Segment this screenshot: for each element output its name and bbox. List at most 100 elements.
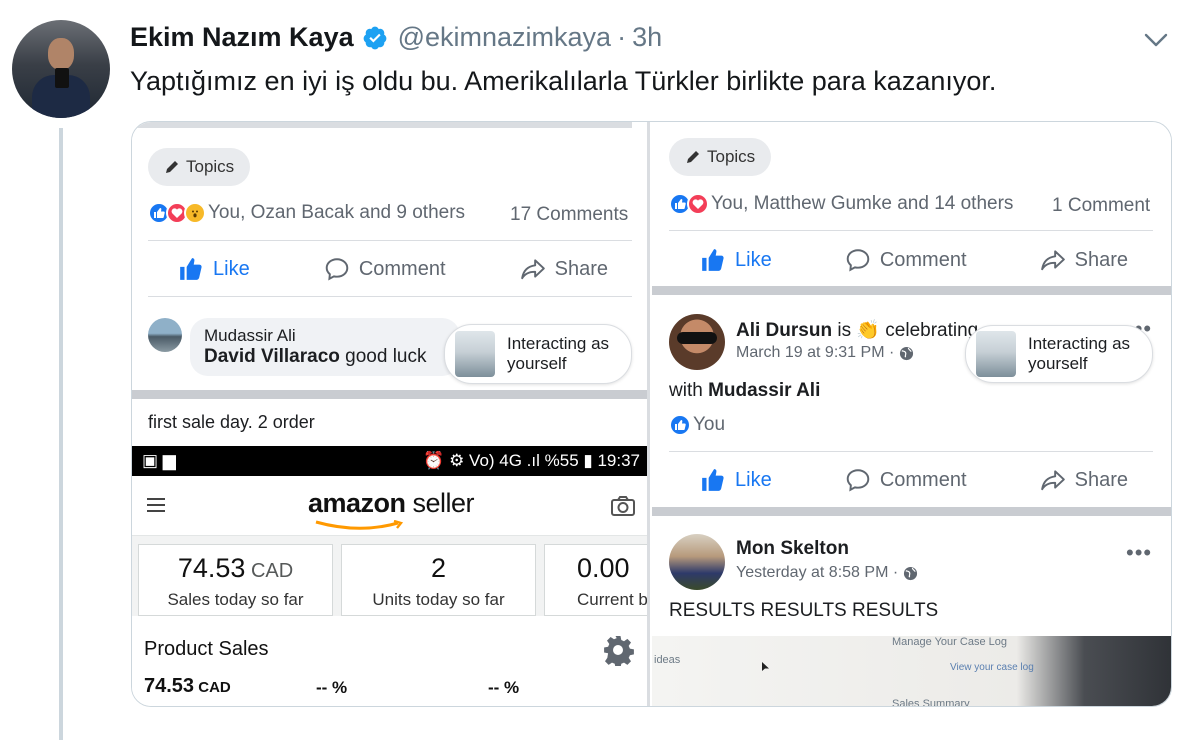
- left-screenshot: Topics You, Ozan Bacak and 9 others 17 C…: [132, 122, 650, 706]
- verified-badge-icon: [363, 26, 386, 49]
- post1-activity: is 👏 celebrating: [832, 320, 979, 341]
- divider: [669, 230, 1153, 231]
- amazon-smile-icon: [315, 520, 404, 530]
- post-options-icon[interactable]: •••: [1126, 540, 1152, 566]
- comment-label: Comment: [879, 468, 967, 491]
- author-avatar[interactable]: [12, 20, 110, 118]
- comment-button[interactable]: Comment: [845, 247, 967, 273]
- comment-message: good luck: [339, 346, 427, 367]
- comment-button[interactable]: Comment: [845, 467, 967, 493]
- post1-reactions: You: [669, 414, 725, 436]
- share-icon: [1040, 250, 1065, 271]
- wow-reaction-icon: [184, 202, 206, 224]
- tweet-header: Ekim Nazım Kaya @ekimnazimkaya · 3h: [130, 22, 662, 53]
- metric-current-balance[interactable]: 0.00 Current b: [544, 544, 647, 616]
- share-button[interactable]: Share: [1040, 467, 1128, 493]
- share-label: Share: [1074, 248, 1128, 271]
- amazon-app-bar: amazon seller: [132, 476, 647, 536]
- product-sales-title: Product Sales: [144, 638, 269, 660]
- post2-meta: Yesterday at 8:58 PM ·: [736, 564, 918, 582]
- camera-icon: [611, 496, 635, 516]
- share-icon: [1040, 470, 1065, 491]
- interacting-line2: yourself: [507, 354, 567, 373]
- pencil-icon: [687, 151, 699, 163]
- gear-icon[interactable]: [602, 634, 634, 666]
- share-label: Share: [1074, 468, 1128, 491]
- product-sales-pct-1: -- %: [316, 678, 348, 697]
- post2-header: Mon Skelton: [736, 538, 849, 560]
- comment-mention[interactable]: David Villaraco: [204, 346, 340, 367]
- post2-timestamp[interactable]: Yesterday at 8:58 PM ·: [736, 564, 898, 582]
- chevron-down-icon[interactable]: [1143, 30, 1169, 50]
- metric-value: 74.53: [177, 553, 246, 583]
- status-left-icons: ▣ ▆: [142, 451, 176, 470]
- comment-bubble: Mudassir Ali David Villaraco good luck: [190, 318, 460, 376]
- reaction-summary: You, Matthew Gumke and 14 others: [669, 193, 1013, 215]
- right-screenshot: Topics You, Matthew Gumke and 14 others …: [652, 122, 1171, 706]
- interacting-line1: Interacting as: [507, 334, 610, 353]
- like-label: Like: [213, 257, 250, 280]
- interacting-line1: Interacting as: [1028, 334, 1131, 353]
- comment-text: David Villaraco good luck: [204, 346, 446, 368]
- comment-author[interactable]: Mudassir Ali: [204, 326, 446, 346]
- metric-sales[interactable]: 74.53 CAD Sales today so far: [138, 544, 333, 616]
- love-reaction-icon: [687, 193, 709, 215]
- share-label: Share: [554, 257, 608, 280]
- like-button[interactable]: Like: [700, 247, 772, 273]
- commenter-avatar[interactable]: [148, 318, 182, 352]
- handle[interactable]: @ekimnazimkaya: [398, 22, 611, 53]
- comment-label: Comment: [358, 257, 446, 280]
- post-text: first sale day. 2 order: [148, 412, 315, 432]
- tweet-text: Yaptığımız en iyi iş oldu bu. Amerikalıl…: [130, 66, 997, 96]
- comment-button[interactable]: Comment: [324, 256, 446, 282]
- post2-author[interactable]: Mon Skelton: [736, 538, 849, 559]
- post1-reaction-text: You: [693, 414, 726, 435]
- thumbs-up-icon: [180, 258, 202, 280]
- reaction-text: You, Matthew Gumke and 14 others: [711, 193, 1014, 214]
- like-reaction-icon: [669, 414, 691, 436]
- topics-label: Topics: [707, 147, 756, 166]
- action-bar: Like Comment Share: [700, 467, 1128, 493]
- tagged-name[interactable]: Mudassir Ali: [708, 380, 820, 401]
- interacting-text: Interacting as yourself: [507, 334, 609, 374]
- comments-count: 1 Comment: [1052, 195, 1151, 216]
- like-button[interactable]: Like: [700, 467, 772, 493]
- hamburger-menu-icon: [147, 498, 165, 512]
- divider: [669, 451, 1153, 452]
- thread-line: [59, 128, 63, 740]
- logo-seller: seller: [405, 488, 475, 518]
- post1-author[interactable]: Ali Dursun: [736, 320, 832, 341]
- post-separator: [652, 286, 1171, 295]
- with-prefix: with: [669, 380, 709, 401]
- sunglasses: [677, 332, 717, 344]
- post-separator: [132, 390, 647, 399]
- post1-header: Ali Dursun is 👏 celebrating: [736, 318, 978, 342]
- ali-dursun-avatar[interactable]: [669, 314, 725, 370]
- interacting-avatar: [976, 331, 1016, 377]
- tweet-timestamp[interactable]: 3h: [632, 22, 662, 53]
- like-button[interactable]: Like: [178, 256, 250, 282]
- like-label: Like: [735, 468, 772, 491]
- post1-meta: March 19 at 9:31 PM ·: [736, 344, 914, 362]
- post1-timestamp[interactable]: March 19 at 9:31 PM ·: [736, 344, 894, 362]
- thumbs-up-icon: [702, 249, 724, 271]
- metric-value: 0.00: [577, 553, 630, 583]
- phone-status-bar: ▣ ▆ ⏰ ⚙ Vo) 4G .ıl %55 ▮ 19:37: [132, 446, 647, 476]
- interacting-as-chip[interactable]: Interacting as yourself: [965, 325, 1153, 383]
- share-button[interactable]: Share: [1040, 247, 1128, 273]
- mon-skelton-avatar[interactable]: [669, 534, 725, 590]
- reaction-icons: [669, 414, 691, 436]
- reaction-icons: [148, 202, 206, 224]
- interacting-as-chip[interactable]: Interacting as yourself: [444, 324, 632, 384]
- metrics-row: 74.53 CAD Sales today so far 2 Units tod…: [132, 536, 647, 616]
- metric-units[interactable]: 2 Units today so far: [341, 544, 536, 616]
- comment-icon: [846, 469, 870, 492]
- interacting-avatar: [455, 331, 495, 377]
- globe-icon: [900, 346, 914, 360]
- topics-button: Topics: [148, 148, 251, 186]
- topics-label: Topics: [186, 157, 235, 176]
- share-button[interactable]: Share: [520, 256, 608, 282]
- tweet-media-image[interactable]: Topics You, Ozan Bacak and 9 others 17 C…: [131, 121, 1172, 707]
- display-name[interactable]: Ekim Nazım Kaya: [130, 22, 354, 53]
- post2-attached-image[interactable]: Manage Your Case Log View your case log …: [652, 636, 1171, 706]
